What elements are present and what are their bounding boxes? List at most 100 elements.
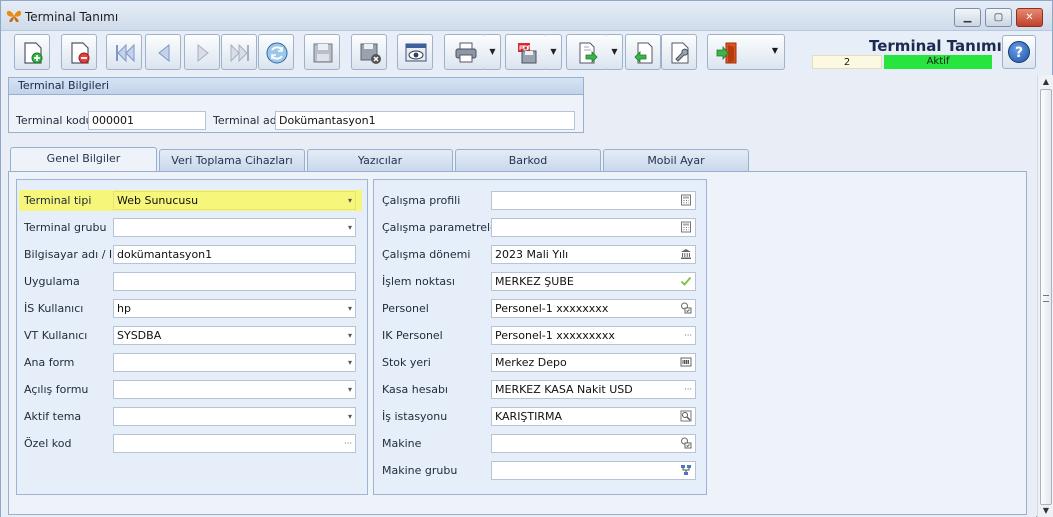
save-button[interactable] [304,34,340,70]
tab-mobil-ayar[interactable]: Mobil Ayar [603,149,749,171]
workstation-value: KARIŞTIRMA [495,410,563,423]
workstation-input[interactable]: KARIŞTIRMA [491,407,696,426]
ellipsis-icon[interactable]: ··· [344,435,352,452]
os-user-select[interactable]: hp ▾ [113,299,356,318]
pdf-export-dropdown[interactable]: ▼ [546,34,562,70]
exit-button[interactable]: ▼ [707,34,785,70]
chevron-down-icon: ▾ [347,304,352,313]
cash-account-input[interactable]: MERKEZ KASA Nakit USD ··· [491,380,696,399]
main-form-select[interactable]: ▾ [113,353,356,372]
terminal-code-input[interactable]: 000001 [88,111,206,130]
computer-name-label: Bilgisayar adı / IP [24,248,119,261]
personnel-label: Personel [382,302,429,315]
cancel-save-button[interactable] [351,34,387,70]
previous-record-icon [158,43,170,63]
terminal-group-label: Terminal grubu [24,221,107,234]
print-icon [455,42,477,63]
app-window: Terminal Tanımı ▁ ▢ ✕ ▼ ▼ ▼ ▼ Terminal T… [0,0,1053,517]
pdf-export-button[interactable] [505,34,547,70]
chevron-down-icon: ▾ [347,412,352,421]
exit-dropdown[interactable]: ▼ [772,46,778,55]
startup-form-select[interactable]: ▾ [113,380,356,399]
terminal-group-select[interactable]: ▾ [113,218,356,237]
settings-button[interactable] [661,34,697,70]
work-period-value: 2023 Mali Yılı [495,248,569,261]
tree-icon[interactable] [680,464,692,476]
maximize-button[interactable]: ▢ [985,8,1012,27]
ellipsis-icon[interactable]: ··· [684,327,692,344]
scroll-up-button[interactable]: ▲ [1041,77,1051,87]
tab-yazicilar[interactable]: Yazıcılar [307,149,453,171]
check-icon[interactable] [680,275,692,287]
personnel-input[interactable]: Personel-1 xxxxxxxx [491,299,696,318]
general-left-panel: Terminal tipi Web Sunucusu ▾ Terminal gru… [16,179,368,495]
tab-veri-toplama[interactable]: Veri Toplama Cihazları [159,149,305,171]
lookup-icon[interactable] [680,437,692,449]
tab-genel-bilgiler[interactable]: Genel Bilgiler [10,147,157,171]
terminal-name-input[interactable]: Dokümantasyon1 [275,111,575,130]
terminal-type-select[interactable]: Web Sunucusu ▾ [113,191,356,210]
delete-button[interactable] [61,34,97,70]
preview-button[interactable] [397,34,433,70]
work-period-input[interactable]: 2023 Mali Yılı [491,245,696,264]
db-user-select[interactable]: SYSDBA ▾ [113,326,356,345]
bank-icon[interactable] [680,248,692,260]
hr-personnel-value: Personel-1 xxxxxxxxx [495,329,615,342]
print-button[interactable] [444,34,486,70]
window-title: Terminal Tanımı [25,10,119,24]
close-button[interactable]: ✕ [1016,8,1043,27]
work-period-label: Çalışma dönemi [382,248,471,261]
db-user-label: VT Kullanıcı [24,329,88,342]
export-button[interactable] [566,34,608,70]
work-params-input[interactable] [491,218,696,237]
transaction-point-value: MERKEZ ŞUBE [495,275,574,288]
special-code-input[interactable]: ··· [113,434,356,453]
transaction-point-input[interactable]: MERKEZ ŞUBE [491,272,696,291]
terminal-type-value: Web Sunucusu [117,194,199,207]
status-badge: Aktif [884,55,992,69]
new-button[interactable] [14,34,50,70]
import-button[interactable] [625,34,661,70]
next-record-button[interactable] [184,34,220,70]
transaction-point-label: İşlem noktası [382,275,455,288]
first-record-button[interactable] [106,34,142,70]
tab-barkod[interactable]: Barkod [455,149,601,171]
import-icon [634,42,653,64]
machine-input[interactable] [491,434,696,453]
calculator-icon[interactable] [680,194,692,206]
lookup-icon[interactable] [680,302,692,314]
terminal-info-group: Terminal Bilgileri Terminal kodu 000001 … [8,77,584,133]
scroll-down-button[interactable]: ▼ [1041,506,1051,516]
chevron-down-icon: ▾ [347,196,352,205]
workstation-label: İş istasyonu [382,410,448,423]
print-dropdown[interactable]: ▼ [485,34,501,70]
previous-record-button[interactable] [145,34,181,70]
scroll-thumb[interactable] [1040,89,1052,505]
hr-personnel-input[interactable]: Personel-1 xxxxxxxxx ··· [491,326,696,345]
calculator-icon[interactable] [680,221,692,233]
exit-icon [716,42,737,64]
help-button[interactable]: ? [1002,35,1036,69]
grip-icon [1043,295,1049,302]
computer-name-input[interactable]: dokümantasyon1 [113,245,356,264]
last-record-button[interactable] [221,34,257,70]
stock-location-input[interactable]: Merkez Depo [491,353,696,372]
preview-icon [405,43,427,62]
application-input[interactable] [113,272,356,291]
refresh-button[interactable] [258,34,294,70]
vertical-scrollbar[interactable]: ▲ ▼ [1037,75,1053,517]
search-icon[interactable] [680,410,692,422]
terminal-type-label: Terminal tipi [24,194,92,207]
export-dropdown[interactable]: ▼ [607,34,623,70]
machine-label: Makine [382,437,422,450]
chevron-down-icon: ▾ [347,358,352,367]
minimize-button[interactable]: ▁ [954,8,981,27]
work-profile-input[interactable] [491,191,696,210]
active-theme-select[interactable]: ▾ [113,407,356,426]
ellipsis-icon[interactable]: ··· [684,381,692,398]
barcode-icon[interactable] [680,356,692,368]
hr-personnel-label: IK Personel [382,329,443,342]
machine-group-input[interactable] [491,461,696,480]
form-title: Terminal Tanımı [869,37,1002,55]
stock-location-label: Stok yeri [382,356,431,369]
